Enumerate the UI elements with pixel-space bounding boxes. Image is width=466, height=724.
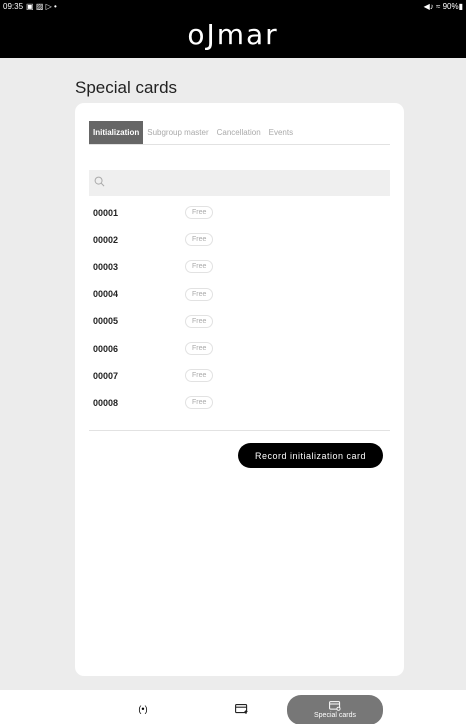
- status-left: 09:35 ▣ ▨ ▷ •: [3, 2, 57, 11]
- card-code: 00002: [93, 234, 119, 245]
- card-code: 00007: [93, 370, 119, 381]
- status-badge: Free: [185, 342, 214, 356]
- app-header: 09:35 ▣ ▨ ▷ • ◀♪ ≈ 90%▮ oJmar: [0, 0, 466, 58]
- special-cards-icon: [329, 701, 341, 711]
- special-cards-panel: Initialization Subgroup master Cancellat…: [75, 103, 404, 676]
- search-input[interactable]: [109, 170, 385, 196]
- status-badge: Free: [185, 287, 214, 301]
- tab-cancellation[interactable]: Cancellation: [213, 121, 265, 144]
- status-badge: Free: [185, 260, 214, 274]
- page-title: Special cards: [75, 78, 178, 97]
- status-time: 09:35: [3, 2, 24, 11]
- status-right: ◀♪ ≈ 90%▮: [423, 2, 463, 11]
- card-code: 00003: [93, 261, 119, 272]
- list-item[interactable]: 00006 Free: [89, 335, 390, 362]
- tab-events[interactable]: Events: [265, 121, 297, 144]
- add-card-icon: [234, 703, 247, 714]
- notification-icons: ▣ ▨ ▷ •: [26, 2, 57, 11]
- card-code: 00006: [93, 343, 119, 354]
- tab-bar: Initialization Subgroup master Cancellat…: [89, 121, 390, 145]
- search-icon: [94, 176, 105, 187]
- tab-subgroup-master[interactable]: Subgroup master: [143, 121, 212, 144]
- tab-initialization[interactable]: Initialization: [89, 121, 144, 144]
- bottom-nav: (•) Special cards: [0, 690, 466, 724]
- list-item[interactable]: 00008 Free: [89, 389, 390, 416]
- list-item[interactable]: 00004 Free: [89, 281, 390, 308]
- card-list[interactable]: 00001 Free 00002 Free 00003 Free 00004 F…: [89, 199, 390, 431]
- list-item[interactable]: 00005 Free: [89, 308, 390, 335]
- status-badge: Free: [185, 233, 214, 247]
- list-item[interactable]: 00002 Free: [89, 226, 390, 253]
- list-item[interactable]: 00003 Free: [89, 253, 390, 280]
- nav-special-cards-label: Special cards: [313, 712, 357, 719]
- card-code: 00001: [93, 207, 119, 218]
- list-item[interactable]: 00001 Free: [89, 199, 390, 226]
- list-item[interactable]: 00007 Free: [89, 362, 390, 389]
- search-bar: [89, 170, 390, 196]
- record-initialization-card-button[interactable]: Record initialization card: [238, 443, 383, 468]
- status-badge: Free: [185, 206, 214, 220]
- brand-logo: oJmar: [187, 18, 279, 51]
- nav-wireless[interactable]: (•): [128, 698, 158, 720]
- status-badge: Free: [185, 314, 214, 328]
- status-badge: Free: [185, 396, 214, 410]
- card-code: 00004: [93, 289, 119, 300]
- nav-add-card[interactable]: [226, 698, 256, 720]
- nav-special-cards[interactable]: Special cards: [287, 695, 383, 724]
- wireless-icon: (•): [138, 704, 148, 714]
- card-code: 00008: [93, 397, 119, 408]
- status-badge: Free: [185, 369, 214, 383]
- card-code: 00005: [93, 316, 119, 327]
